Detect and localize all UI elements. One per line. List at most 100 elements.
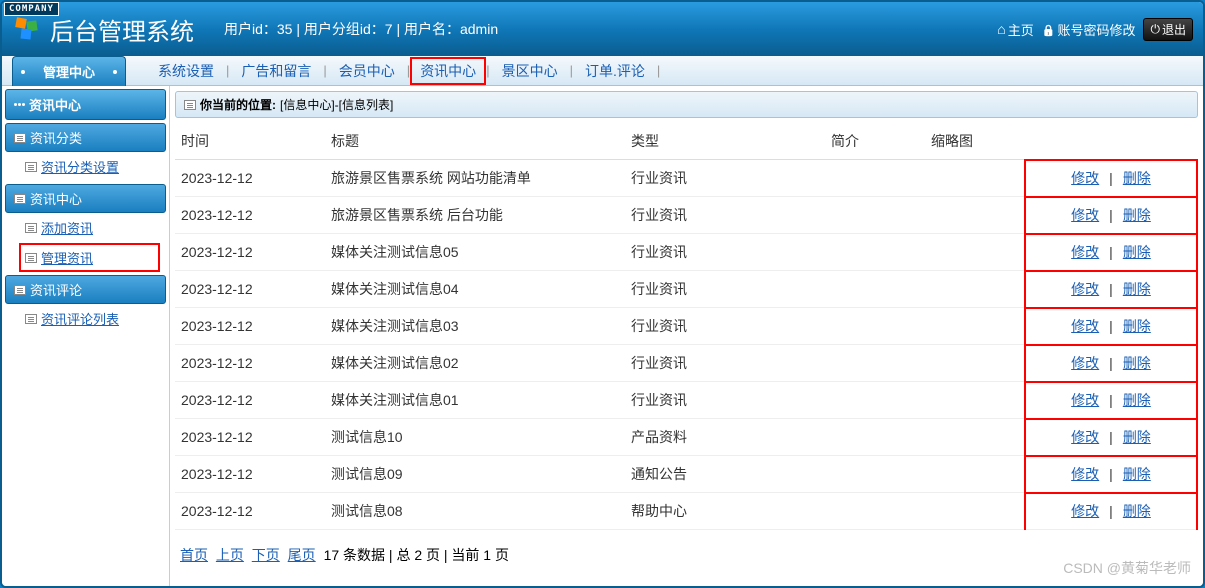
action-sep: | xyxy=(1109,318,1113,334)
cell-type: 行业资讯 xyxy=(625,345,825,382)
edit-link[interactable]: 修改 xyxy=(1071,501,1099,521)
logout-button[interactable]: 退出 xyxy=(1143,18,1193,41)
cell-type: 行业资讯 xyxy=(625,308,825,345)
action-sep: | xyxy=(1109,429,1113,445)
cell-thumb xyxy=(925,382,1025,419)
cell-title: 测试信息09 xyxy=(325,456,625,493)
item-icon xyxy=(25,253,37,263)
delete-link[interactable]: 删除 xyxy=(1123,353,1151,373)
sidebar-section-0[interactable]: 资讯分类 xyxy=(5,123,166,152)
cell-actions: 修改 | 删除 xyxy=(1025,382,1197,419)
edit-link[interactable]: 修改 xyxy=(1071,464,1099,484)
cell-type: 产品资料 xyxy=(625,419,825,456)
cell-thumb xyxy=(925,493,1025,530)
page-last[interactable]: 尾页 xyxy=(288,547,316,563)
account-link[interactable]: 账号密码修改 xyxy=(1042,20,1136,39)
item-icon xyxy=(25,223,37,233)
nav-link-3[interactable]: 资讯中心 xyxy=(410,57,486,85)
cell-title: 媒体关注测试信息01 xyxy=(325,382,625,419)
edit-link[interactable]: 修改 xyxy=(1071,242,1099,262)
cell-date: 2023-12-12 xyxy=(175,197,325,234)
cell-thumb xyxy=(925,308,1025,345)
cell-intro xyxy=(825,493,925,530)
cell-actions: 修改|删除 xyxy=(1025,234,1197,271)
delete-link[interactable]: 删除 xyxy=(1123,279,1151,299)
cell-title: 媒体关注测试信息04 xyxy=(325,271,625,308)
power-icon xyxy=(1150,22,1160,37)
col-5 xyxy=(1025,123,1197,160)
table-row: 2023-12-12媒体关注测试信息01行业资讯修改|删除 xyxy=(175,382,1197,419)
lock-icon xyxy=(1042,22,1056,37)
edit-link[interactable]: 修改 xyxy=(1071,205,1099,225)
edit-link[interactable]: 修改 xyxy=(1071,390,1099,410)
page-icon xyxy=(184,100,196,110)
sidebar-link[interactable]: 资讯分类设置 xyxy=(41,157,119,176)
nav-links: 系统设置|广告和留言|会员中心|资讯中心|景区中心|订单.评论| xyxy=(126,56,660,85)
sidebar-header: 资讯中心 xyxy=(5,89,166,120)
page-first[interactable]: 首页 xyxy=(180,547,208,563)
cell-intro xyxy=(825,456,925,493)
delete-link[interactable]: 删除 xyxy=(1123,168,1151,188)
delete-link[interactable]: 删除 xyxy=(1123,427,1151,447)
delete-link[interactable]: 删除 xyxy=(1123,316,1151,336)
table-row: 2023-12-12测试信息09通知公告修改|删除 xyxy=(175,456,1197,493)
cell-date: 2023-12-12 xyxy=(175,160,325,197)
action-sep: | xyxy=(1109,466,1113,482)
cell-title: 测试信息08 xyxy=(325,493,625,530)
app-header: 后台管理系统 用户id：35 | 用户分组id：7 | 用户名：admin 主页… xyxy=(2,2,1203,56)
table-row: 2023-12-12测试信息08帮助中心修改|删除 xyxy=(175,493,1197,530)
action-sep: | xyxy=(1109,503,1113,519)
cell-type: 行业资讯 xyxy=(625,234,825,271)
page-prev[interactable]: 上页 xyxy=(216,547,244,563)
nav-link-2[interactable]: 会员中心 xyxy=(327,61,407,81)
sidebar-link[interactable]: 管理资讯 xyxy=(41,248,93,267)
edit-link[interactable]: 修改 xyxy=(1071,168,1099,188)
delete-link[interactable]: 删除 xyxy=(1123,501,1151,521)
cell-thumb xyxy=(925,419,1025,456)
cell-actions: 修改 | 删除 xyxy=(1025,308,1197,345)
sidebar-item-2-0[interactable]: 资讯评论列表 xyxy=(5,304,166,333)
delete-link[interactable]: 删除 xyxy=(1123,390,1151,410)
nav-link-4[interactable]: 景区中心 xyxy=(490,61,570,81)
nav-link-5[interactable]: 订单.评论 xyxy=(573,61,657,81)
cell-type: 行业资讯 xyxy=(625,197,825,234)
sidebar-item-0-0[interactable]: 资讯分类设置 xyxy=(5,152,166,181)
edit-link[interactable]: 修改 xyxy=(1071,353,1099,373)
cell-title: 旅游景区售票系统 网站功能清单 xyxy=(325,160,625,197)
edit-link[interactable]: 修改 xyxy=(1071,427,1099,447)
edit-link[interactable]: 修改 xyxy=(1071,316,1099,336)
cell-date: 2023-12-12 xyxy=(175,308,325,345)
cell-thumb xyxy=(925,234,1025,271)
edit-link[interactable]: 修改 xyxy=(1071,279,1099,299)
cell-type: 行业资讯 xyxy=(625,160,825,197)
table-row: 2023-12-12媒体关注测试信息05行业资讯修改|删除 xyxy=(175,234,1197,271)
cell-title: 媒体关注测试信息03 xyxy=(325,308,625,345)
sidebar: 资讯中心 资讯分类资讯分类设置资讯中心添加资讯管理资讯资讯评论资讯评论列表 xyxy=(2,86,170,586)
nav-tab-active[interactable]: 管理中心 xyxy=(12,56,126,86)
cell-intro xyxy=(825,160,925,197)
cell-actions: 修改|删除 xyxy=(1025,197,1197,234)
pagination: 首页 上页 下页 尾页 17 条数据 | 总 2 页 | 当前 1 页 xyxy=(175,530,1198,580)
cell-date: 2023-12-12 xyxy=(175,345,325,382)
sidebar-item-1-0[interactable]: 添加资讯 xyxy=(5,213,166,242)
sidebar-section-2[interactable]: 资讯评论 xyxy=(5,275,166,304)
nav-link-1[interactable]: 广告和留言 xyxy=(229,61,323,81)
nav-sep: | xyxy=(657,63,660,78)
sidebar-section-1[interactable]: 资讯中心 xyxy=(5,184,166,213)
cell-date: 2023-12-12 xyxy=(175,456,325,493)
company-tag: COMPANY xyxy=(4,2,59,16)
action-sep: | xyxy=(1109,170,1113,186)
nav-link-0[interactable]: 系统设置 xyxy=(146,61,226,81)
home-link[interactable]: 主页 xyxy=(997,20,1033,39)
sidebar-link[interactable]: 资讯评论列表 xyxy=(41,309,119,328)
delete-link[interactable]: 删除 xyxy=(1123,464,1151,484)
page-next[interactable]: 下页 xyxy=(252,547,280,563)
sidebar-link[interactable]: 添加资讯 xyxy=(41,218,93,237)
sidebar-item-1-1[interactable]: 管理资讯 xyxy=(19,243,160,272)
cell-thumb xyxy=(925,271,1025,308)
action-sep: | xyxy=(1109,392,1113,408)
delete-link[interactable]: 删除 xyxy=(1123,205,1151,225)
cell-actions: 修改 | 删除 xyxy=(1025,160,1197,197)
delete-link[interactable]: 删除 xyxy=(1123,242,1151,262)
item-icon xyxy=(25,162,37,172)
